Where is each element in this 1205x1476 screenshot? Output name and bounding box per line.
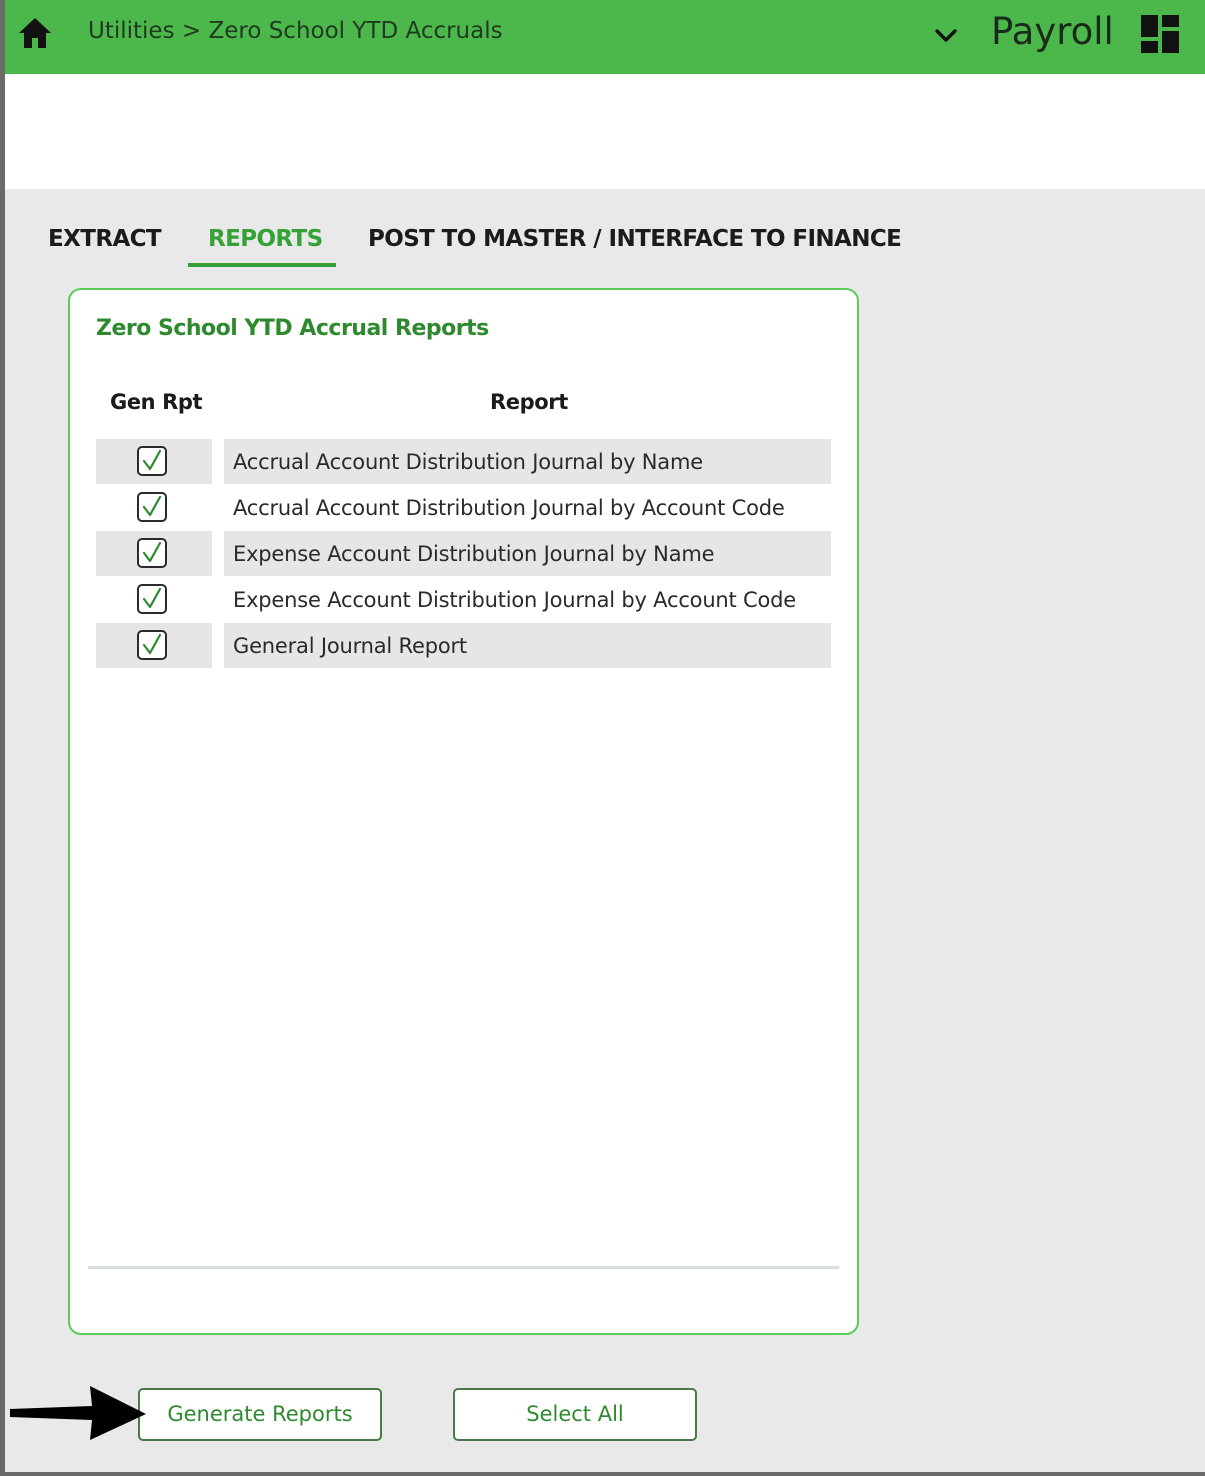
sub-header: [5, 74, 1205, 189]
report-cell: Accrual Account Distribution Journal by …: [224, 485, 831, 530]
gen-rpt-checkbox[interactable]: [137, 492, 167, 522]
arrow-right-icon: [10, 1386, 146, 1440]
column-header-gen-rpt: Gen Rpt: [110, 390, 203, 414]
table-row: [96, 485, 212, 530]
generate-reports-button[interactable]: Generate Reports: [138, 1388, 382, 1441]
panel-title: Zero School YTD Accrual Reports: [96, 316, 489, 341]
gen-rpt-checkbox[interactable]: [137, 630, 167, 660]
report-label: Accrual Account Distribution Journal by …: [233, 496, 785, 520]
table-row: [96, 577, 212, 622]
top-header-bar: Utilities > Zero School YTD Accruals Pay…: [5, 0, 1205, 74]
gen-rpt-checkbox[interactable]: [137, 446, 167, 476]
report-label: Expense Account Distribution Journal by …: [233, 588, 797, 612]
column-header-report: Report: [490, 390, 568, 414]
gen-rpt-checkbox[interactable]: [137, 538, 167, 568]
table-row: [96, 439, 212, 484]
select-all-button[interactable]: Select All: [453, 1388, 697, 1441]
report-cell: Expense Account Distribution Journal by …: [224, 577, 831, 622]
gen-rpt-checkbox[interactable]: [137, 584, 167, 614]
breadcrumb: Utilities > Zero School YTD Accruals: [88, 18, 503, 44]
panel-divider: [88, 1266, 839, 1269]
home-icon[interactable]: [17, 16, 53, 50]
report-cell: Accrual Account Distribution Journal by …: [224, 439, 831, 484]
report-cell: General Journal Report: [224, 623, 831, 668]
table-row: [96, 623, 212, 668]
chevron-down-icon[interactable]: [933, 24, 959, 46]
report-cell: Expense Account Distribution Journal by …: [224, 531, 831, 576]
grid-icon[interactable]: [1141, 15, 1179, 53]
app-name[interactable]: Payroll: [991, 10, 1114, 53]
tab-post-to-master[interactable]: POST TO MASTER / INTERFACE TO FINANCE: [368, 226, 902, 252]
table-row: [96, 531, 212, 576]
report-label: Accrual Account Distribution Journal by …: [233, 450, 703, 474]
tab-extract[interactable]: EXTRACT: [48, 226, 162, 252]
report-label: General Journal Report: [233, 634, 467, 658]
tab-reports[interactable]: REPORTS: [208, 226, 323, 252]
active-tab-indicator: [188, 263, 336, 267]
report-label: Expense Account Distribution Journal by …: [233, 542, 715, 566]
